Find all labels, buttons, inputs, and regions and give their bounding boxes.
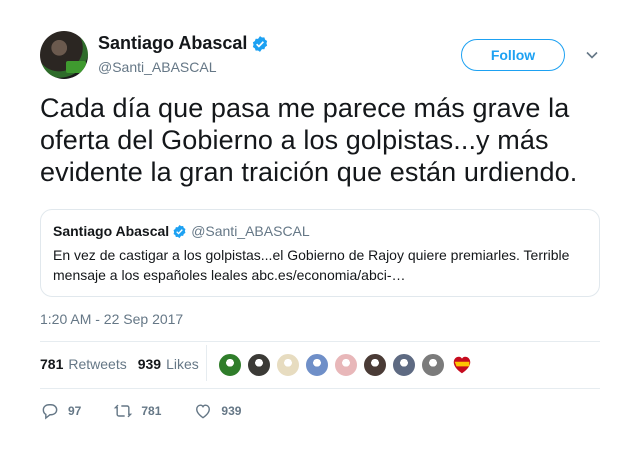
tweet-text: Cada día que pasa me parece más grave la… [40,93,578,187]
chevron-down-icon[interactable] [586,49,598,61]
liker-avatars [218,353,479,377]
divider [40,388,600,389]
retweet-button[interactable]: 781 [113,401,161,421]
reply-button[interactable]: 97 [40,401,81,421]
quoted-tweet-text: En vez de castigar a los golpistas...el … [53,247,570,283]
reply-count: 97 [68,404,82,418]
retweet-icon [114,404,133,418]
likes-label[interactable]: Likes [166,356,199,372]
retweet-count: 781 [141,404,162,418]
avatar-dark-person[interactable] [363,353,387,377]
retweets-count[interactable]: 781 [40,356,63,372]
verified-badge-icon [253,35,268,52]
tweet-timestamp[interactable]: 1:20 AM - 22 Sep 2017 [40,311,183,327]
avatar-light[interactable] [276,353,300,377]
author-name[interactable]: Santiago Abascal [98,33,247,54]
quoted-author-handle: @Santi_ABASCAL [191,223,310,239]
quoted-author-name: Santiago Abascal [53,223,170,239]
avatar-sunglasses[interactable] [247,353,271,377]
author-name-row: Santiago Abascal [98,33,269,54]
follow-button[interactable]: Follow [461,39,565,71]
author-handle[interactable]: @Santi_ABASCAL [98,59,217,75]
reply-icon [42,404,58,420]
tweet-actions: 97 781 939 [40,401,273,421]
author-avatar[interactable] [40,31,88,79]
heart-icon [196,404,211,419]
avatar-spain-heart[interactable] [450,353,474,377]
avatar-pink[interactable] [334,353,358,377]
quoted-tweet[interactable]: Santiago Abascal @Santi_ABASCAL En vez d… [40,209,600,297]
stats-separator [206,345,207,381]
verified-badge-icon [173,224,186,238]
avatar-green-flag[interactable] [218,353,242,377]
tweet-stats: 781 Retweets 939 Likes [40,356,199,372]
avatar-group[interactable] [392,353,416,377]
like-button[interactable]: 939 [193,401,241,421]
like-count: 939 [221,404,242,418]
divider [40,341,600,342]
avatar-blue[interactable] [305,353,329,377]
tweet-header: Santiago Abascal @Santi_ABASCAL Follow [40,31,600,79]
likes-count[interactable]: 939 [138,356,161,372]
retweets-label[interactable]: Retweets [68,356,126,372]
quoted-tweet-header: Santiago Abascal @Santi_ABASCAL [53,223,310,239]
avatar-grey-person[interactable] [421,353,445,377]
